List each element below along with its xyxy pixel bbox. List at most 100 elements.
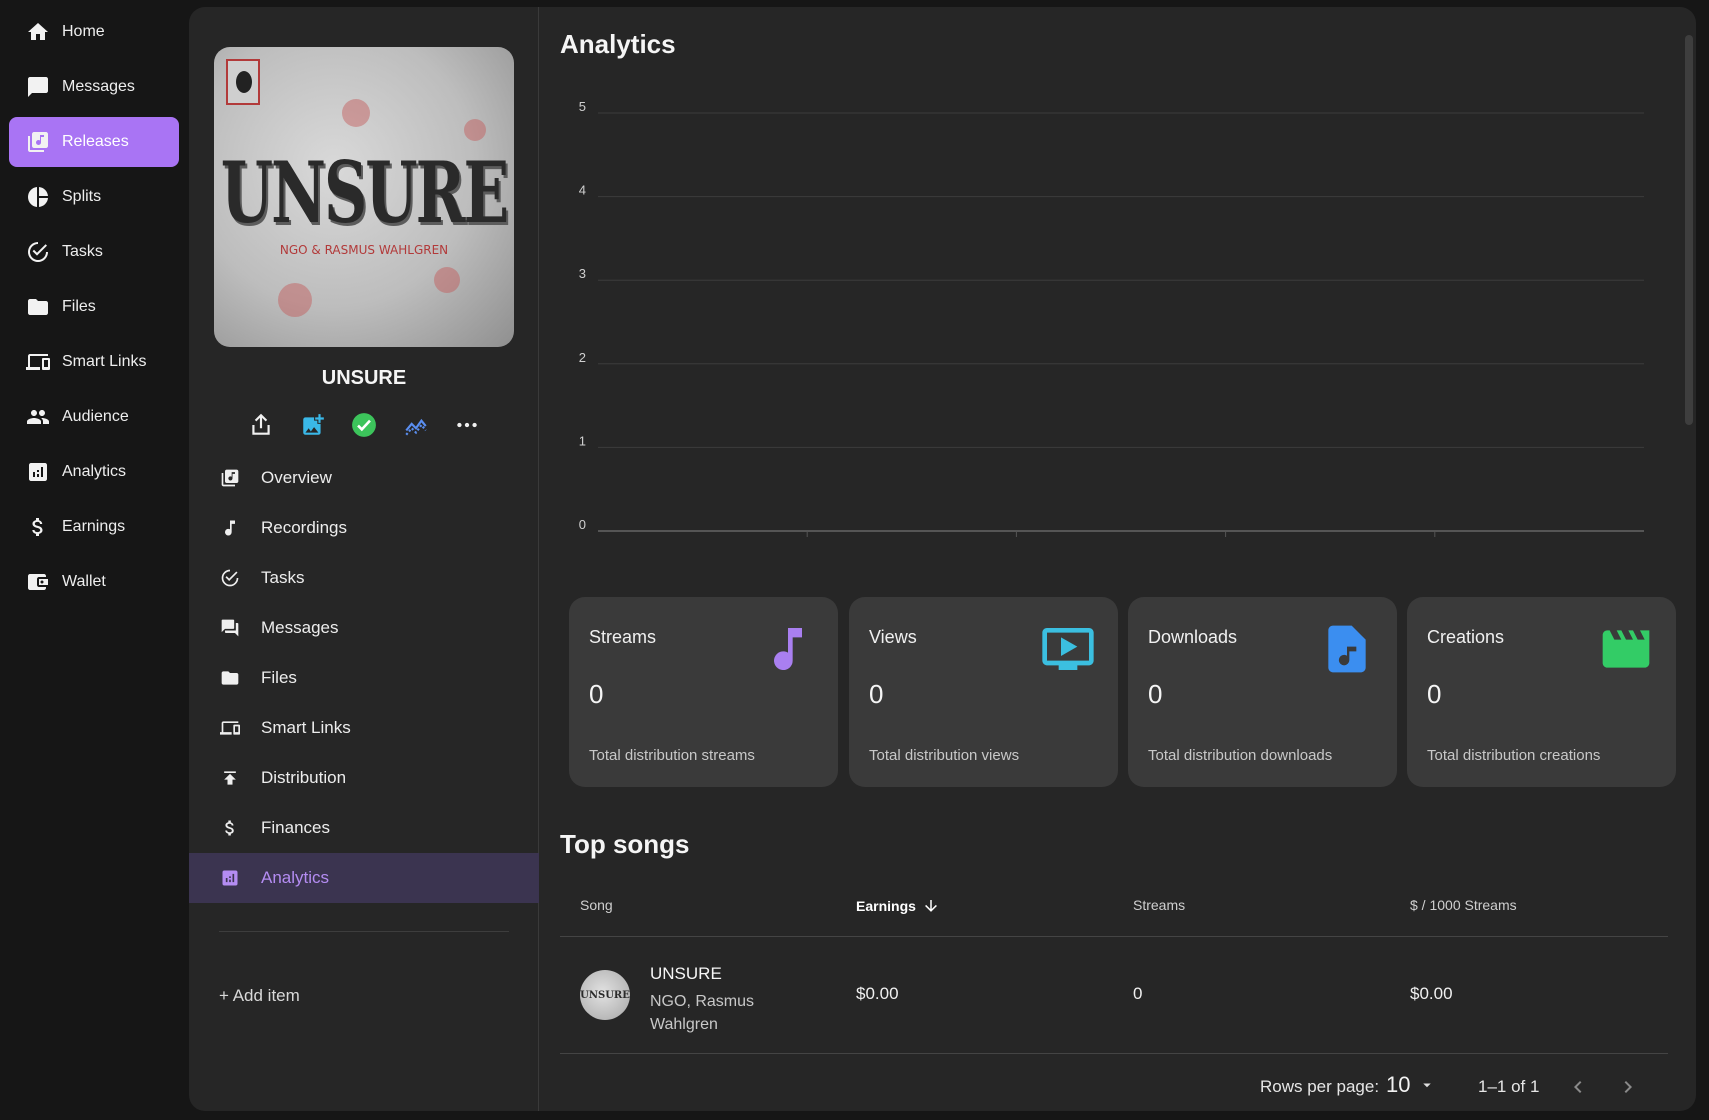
sidebar-item-splits[interactable]: Splits [9,172,179,222]
home-icon [25,19,51,45]
release-card: UNSURE NGO & RASMUS WAHLGREN UNSURE Over… [189,7,1696,1111]
release-menu-distribution[interactable]: Distribution [189,753,539,803]
release-panel: UNSURE NGO & RASMUS WAHLGREN UNSURE Over… [189,7,539,1111]
stat-label: Downloads [1148,627,1238,647]
dollar-icon [25,514,51,540]
sidebar-item-releases[interactable]: Releases [9,117,179,167]
sidebar-item-tasks[interactable]: Tasks [9,227,179,277]
insights-icon [404,418,427,436]
release-menu-analytics[interactable]: Analytics [189,853,539,903]
release-menu-label: Recordings [261,518,347,537]
people-icon [25,404,51,430]
sidebar-item-label: Messages [62,78,135,95]
release-menu-label: Distribution [261,768,347,787]
column-header-streams[interactable]: Streams [1133,897,1185,913]
y-tick-label: 0 [579,517,586,532]
sidebar-item-wallet[interactable]: Wallet [9,557,179,607]
release-menu-messages[interactable]: Messages [189,603,539,653]
sidebar-item-analytics[interactable]: Analytics [9,447,179,497]
release-cover-art[interactable]: UNSURE NGO & RASMUS WAHLGREN [214,47,514,347]
song-earnings: $0.00 [856,984,899,1003]
column-header-label: Earnings [856,898,916,914]
chevron-left-icon [1574,1081,1582,1093]
previous-page-button[interactable] [1564,1073,1592,1101]
sidebar-item-smart-links[interactable]: Smart Links [9,337,179,387]
chat-icon [25,74,51,100]
release-title: UNSURE [321,367,407,389]
bar-chart-icon [219,867,241,889]
table-header: Song Earnings Streams $ / 1000 Streams [560,875,1668,937]
song-artist: NGO, Rasmus Wahlgren [650,993,755,1033]
column-header-per-1000[interactable]: $ / 1000 Streams [1410,897,1517,913]
stat-description: Total distribution downloads [1148,747,1333,764]
sidebar-item-messages[interactable]: Messages [9,62,179,112]
share-button[interactable] [244,408,278,442]
song-per-1000-streams: $0.00 [1410,984,1453,1003]
column-header-earnings[interactable]: Earnings [856,897,940,915]
check-icon [352,413,376,437]
release-menu-label: Overview [261,468,332,487]
folder-icon [219,667,241,689]
add-item-button[interactable]: + Add item [219,986,300,1006]
bar-chart-icon [25,459,51,485]
add-image-icon [302,414,324,435]
stat-value: 0 [1427,679,1442,709]
content-scrollbar[interactable] [1685,35,1693,425]
sidebar-item-label: Files [62,298,96,315]
wallet-icon [25,569,51,595]
sidebar-item-label: Releases [62,133,129,150]
y-tick-label: 3 [579,266,586,281]
forum-icon [219,617,241,639]
more-options-button[interactable] [450,408,484,442]
top-songs-title: Top songs [560,829,690,859]
table-pagination: Rows per page: 10 1–1 of 1 [540,1069,1696,1105]
add-image-button[interactable] [296,408,330,442]
stat-card-downloads: Downloads 0 Total distribution downloads [1128,597,1397,787]
next-page-button[interactable] [1614,1073,1642,1101]
stat-card-streams: Streams 0 Total distribution streams [569,597,838,787]
release-menu-label: Smart Links [261,718,351,737]
release-menu-tasks[interactable]: Tasks [189,553,539,603]
release-menu-label: Messages [261,618,339,637]
sidebar-item-audience[interactable]: Audience [9,392,179,442]
folder-icon [25,294,51,320]
approved-status-button[interactable] [347,408,381,442]
devices-icon [219,717,241,739]
column-header-song[interactable]: Song [580,897,613,913]
insights-button[interactable] [399,408,433,442]
y-tick-label: 4 [579,183,586,198]
page-title: Analytics [560,29,676,59]
stat-card-creations: Creations 0 Total distribution creations [1407,597,1676,787]
music-note-icon [219,517,241,539]
cover-splat [464,119,486,141]
stat-label: Views [869,627,917,647]
release-action-bar [244,405,484,445]
sidebar-item-home[interactable]: Home [9,7,179,57]
rows-per-page-label: Rows per page: [1260,1077,1380,1096]
rows-per-page-value: 10 [1386,1072,1411,1097]
table-row[interactable]: UNSURE UNSURE NGO, Rasmus Wahlgren $0.00… [560,938,1668,1054]
song-title: UNSURE [650,964,722,983]
release-menu-files[interactable]: Files [189,653,539,703]
cover-title-text: UNSURE [220,145,509,243]
stat-value: 0 [589,679,604,709]
rows-per-page-select[interactable]: 10 [1386,1072,1436,1098]
sidebar-item-files[interactable]: Files [9,282,179,332]
clapperboard-icon [1602,630,1650,668]
dollar-icon [219,817,241,839]
play-screen-icon [1042,628,1094,670]
release-menu-smart-links[interactable]: Smart Links [189,703,539,753]
audio-file-icon [1328,625,1366,673]
cover-artists-text: NGO & RASMUS WAHLGREN [279,243,449,257]
sidebar-item-label: Smart Links [62,353,147,370]
sidebar-item-label: Splits [62,188,102,205]
sidebar-item-earnings[interactable]: Earnings [9,502,179,552]
release-menu-overview[interactable]: Overview [189,453,539,503]
release-menu-label: Finances [261,818,330,837]
cover-logo-badge [226,59,260,105]
share-icon [252,413,270,435]
stats-row: Streams 0 Total distribution streams Vie… [569,597,1685,787]
release-menu-recordings[interactable]: Recordings [189,503,539,553]
y-tick-label: 5 [579,99,586,114]
release-menu-finances[interactable]: Finances [189,803,539,853]
